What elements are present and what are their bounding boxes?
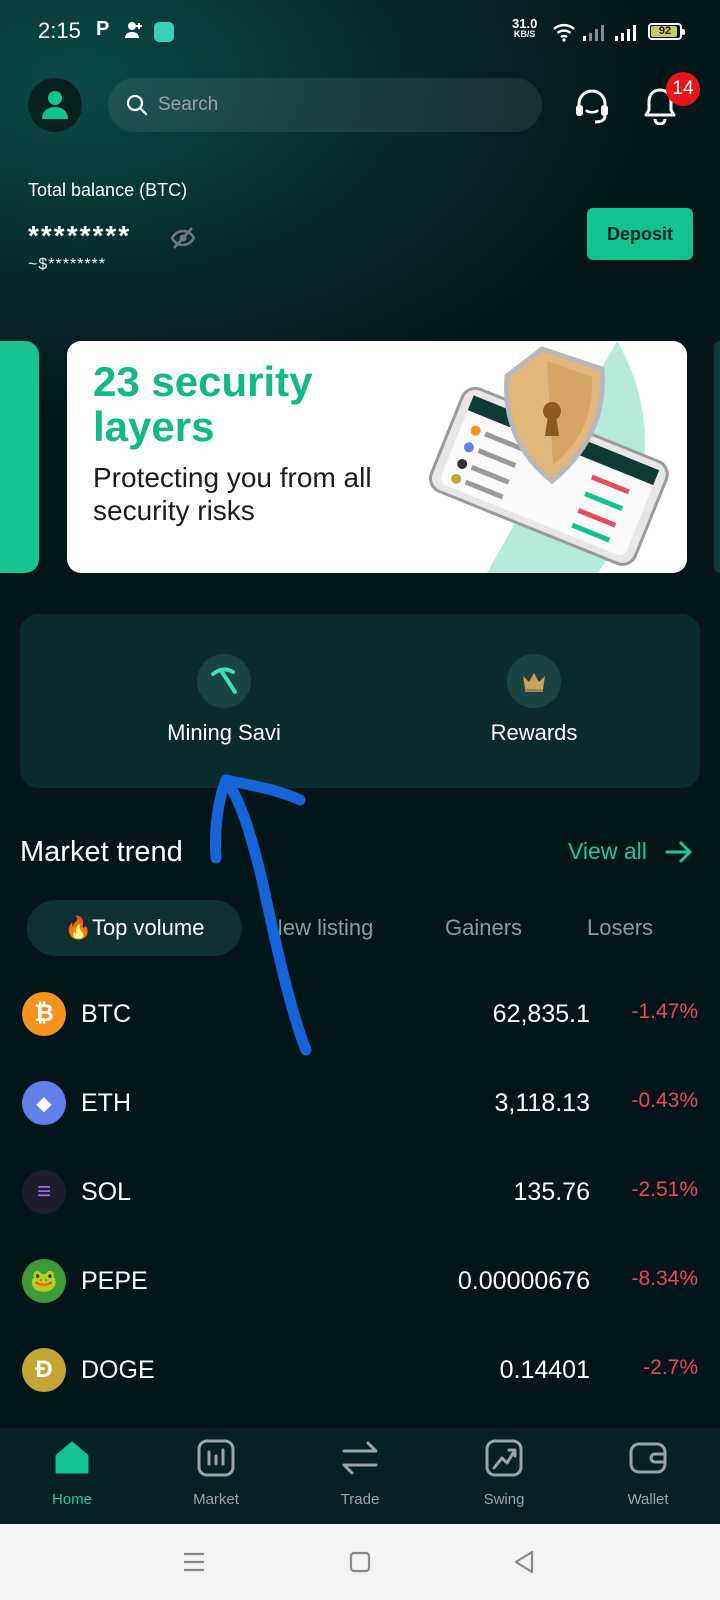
banner-next-slide[interactable] bbox=[714, 341, 720, 573]
coin-row-sol[interactable]: ≡ SOL 135.76 -2.51% bbox=[0, 1148, 720, 1237]
nav-home[interactable]: Home bbox=[12, 1438, 132, 1508]
app-screen: 2:15 P 31.0KB/S 92 14 Total balance (BTC… bbox=[0, 0, 720, 1524]
nav-swing-label: Swing bbox=[483, 1491, 525, 1508]
back-icon[interactable] bbox=[510, 1548, 538, 1576]
coin-change: -1.47% bbox=[631, 1000, 698, 1023]
pickaxe-icon bbox=[197, 654, 251, 708]
mining-savi-button[interactable]: Mining Savi bbox=[114, 654, 334, 746]
banner-title: 23 security layers bbox=[93, 358, 313, 450]
security-banner[interactable]: 23 security layers Protecting you from a… bbox=[67, 341, 687, 573]
trade-icon bbox=[342, 1441, 378, 1475]
person-add-icon bbox=[125, 22, 142, 38]
coin-change: -2.51% bbox=[631, 1178, 698, 1201]
swing-icon bbox=[485, 1439, 523, 1477]
nav-market[interactable]: Market bbox=[156, 1438, 276, 1508]
quick-actions-panel: Mining Savi Rewards bbox=[20, 614, 700, 788]
coin-row-btc[interactable]: ₿ BTC 62,835.1 -1.47% bbox=[0, 970, 720, 1059]
battery-icon: 92 bbox=[648, 23, 685, 40]
bottom-nav: Home Market Trade Swing Wallet bbox=[0, 1428, 720, 1524]
network-speed-unit: KB/S bbox=[513, 29, 536, 39]
search-input[interactable] bbox=[158, 94, 518, 116]
nav-trade[interactable]: Trade bbox=[300, 1438, 420, 1508]
user-icon bbox=[42, 91, 68, 119]
coin-row-eth[interactable]: ◆ ETH 3,118.13 -0.43% bbox=[0, 1059, 720, 1148]
recent-apps-icon[interactable] bbox=[180, 1548, 208, 1576]
tab-new-listing[interactable]: New listing bbox=[267, 900, 373, 956]
coin-price: 62,835.1 bbox=[492, 1000, 590, 1028]
search-icon bbox=[126, 94, 148, 116]
market-trend-title: Market trend bbox=[20, 836, 183, 868]
coin-change: -8.34% bbox=[631, 1267, 698, 1290]
crown-icon bbox=[507, 654, 561, 708]
parking-app-icon: P bbox=[96, 18, 110, 40]
coin-symbol: DOGE bbox=[81, 1356, 155, 1384]
battery-level: 92 bbox=[658, 25, 672, 37]
market-tabs: 🔥Top volume New listing Gainers Losers bbox=[27, 900, 707, 956]
balance-usd: ~$******** bbox=[28, 256, 107, 273]
dogecoin-icon: Ð bbox=[22, 1348, 66, 1392]
nav-wallet-label: Wallet bbox=[627, 1491, 669, 1508]
nav-market-label: Market bbox=[193, 1491, 239, 1508]
wifi-icon bbox=[553, 24, 575, 42]
bitcoin-icon: ₿ bbox=[22, 992, 66, 1036]
phone-shield-illustration bbox=[429, 341, 669, 573]
nav-home-label: Home bbox=[51, 1491, 92, 1508]
coin-row-pepe[interactable]: 🐸 PEPE 0.00000676 -8.34% bbox=[0, 1237, 720, 1326]
coin-symbol: PEPE bbox=[81, 1267, 148, 1295]
balance-value: ******** bbox=[28, 220, 132, 251]
headset-icon bbox=[576, 89, 608, 124]
nav-trade-label: Trade bbox=[340, 1491, 380, 1508]
coin-price: 135.76 bbox=[513, 1178, 590, 1206]
coin-symbol: ETH bbox=[81, 1089, 131, 1117]
home-icon bbox=[55, 1441, 89, 1474]
coin-price: 0.00000676 bbox=[457, 1267, 590, 1295]
support-button[interactable] bbox=[568, 82, 616, 130]
tab-top-volume[interactable]: 🔥Top volume bbox=[27, 900, 242, 956]
network-speed: 31.0 KB/S bbox=[512, 17, 537, 40]
status-time: 2:15 bbox=[38, 18, 81, 43]
view-all-label: View all bbox=[568, 838, 647, 864]
coin-price: 0.14401 bbox=[499, 1356, 590, 1384]
signal-1-icon bbox=[583, 25, 604, 41]
system-nav-bar bbox=[0, 1524, 720, 1600]
banner-previous-slide[interactable] bbox=[0, 341, 39, 573]
nav-swing[interactable]: Swing bbox=[444, 1438, 564, 1508]
deposit-button[interactable]: Deposit bbox=[587, 208, 693, 260]
coin-row-doge[interactable]: Ð DOGE 0.14401 -2.7% bbox=[0, 1326, 720, 1415]
banner-subtitle: Protecting you from all security risks bbox=[93, 462, 372, 526]
solana-icon: ≡ bbox=[22, 1170, 66, 1214]
balance-label: Total balance (BTC) bbox=[28, 180, 188, 200]
pepe-icon: 🐸 bbox=[22, 1259, 66, 1303]
coin-symbol: BTC bbox=[81, 1000, 131, 1028]
rewards-button[interactable]: Rewards bbox=[424, 654, 644, 746]
view-all-link[interactable]: View all bbox=[568, 838, 693, 865]
nav-wallet[interactable]: Wallet bbox=[588, 1438, 708, 1508]
wallet-icon bbox=[629, 1442, 667, 1474]
notifications-button[interactable]: 14 bbox=[636, 72, 700, 130]
avatar[interactable] bbox=[28, 78, 82, 132]
tab-losers[interactable]: Losers bbox=[587, 900, 653, 956]
coin-symbol: SOL bbox=[81, 1178, 132, 1206]
status-bar: 2:15 P 31.0 KB/S 92 bbox=[0, 0, 720, 64]
home-system-icon[interactable] bbox=[346, 1548, 374, 1576]
search-bar[interactable] bbox=[108, 78, 542, 132]
tab-gainers[interactable]: Gainers bbox=[445, 900, 522, 956]
coin-price: 3,118.13 bbox=[494, 1089, 590, 1117]
tab-top-volume-label: Top volume bbox=[91, 915, 205, 940]
coin-change: -2.7% bbox=[643, 1356, 698, 1379]
signal-2-icon bbox=[615, 25, 636, 41]
fire-icon: 🔥 bbox=[64, 915, 92, 940]
rewards-label: Rewards bbox=[490, 720, 578, 745]
app-notification-icon bbox=[154, 22, 174, 42]
arrow-right-icon bbox=[665, 841, 692, 862]
mining-savi-label: Mining Savi bbox=[167, 720, 281, 745]
market-icon bbox=[197, 1439, 235, 1477]
ethereum-icon: ◆ bbox=[22, 1081, 66, 1125]
coin-change: -0.43% bbox=[631, 1089, 698, 1112]
notification-badge: 14 bbox=[666, 72, 700, 106]
eye-hidden-icon[interactable] bbox=[170, 226, 196, 250]
